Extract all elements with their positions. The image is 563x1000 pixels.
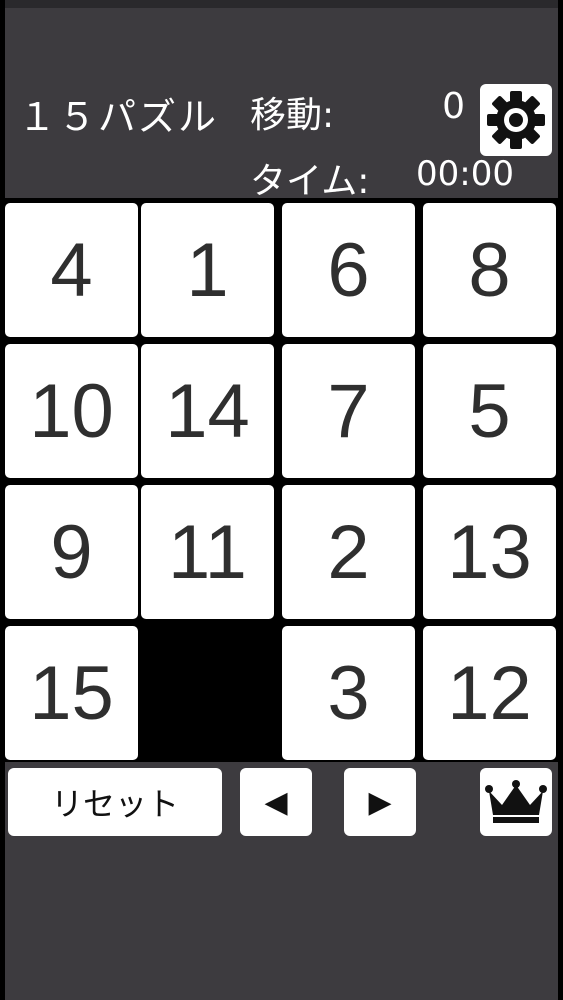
moves-label: 移動: bbox=[250, 95, 335, 136]
settings-button[interactable] bbox=[480, 84, 552, 156]
tile[interactable]: 4 bbox=[5, 203, 138, 337]
tile[interactable]: 11 bbox=[141, 485, 274, 619]
reset-button[interactable]: リセット bbox=[8, 768, 222, 836]
gear-icon bbox=[487, 91, 545, 149]
game-screen: １５パズル 移動: 0 タイム: 00:00 4 1 6 8 10 14 7 5… bbox=[0, 0, 563, 1000]
moves-counter: 0 bbox=[442, 86, 465, 127]
tile[interactable]: 1 bbox=[141, 203, 274, 337]
tile[interactable]: 15 bbox=[5, 626, 138, 760]
tile[interactable]: 14 bbox=[141, 344, 274, 478]
tile[interactable]: 9 bbox=[5, 485, 138, 619]
tile[interactable]: 6 bbox=[282, 203, 415, 337]
tile[interactable]: 3 bbox=[282, 626, 415, 760]
tile[interactable]: 10 bbox=[5, 344, 138, 478]
tile[interactable]: 7 bbox=[282, 344, 415, 478]
tile[interactable]: 13 bbox=[423, 485, 556, 619]
top-bar bbox=[5, 0, 558, 8]
puzzle-board: 4 1 6 8 10 14 7 5 9 11 2 13 15 3 12 bbox=[0, 198, 563, 762]
prev-button[interactable]: ◀ bbox=[240, 768, 312, 836]
game-title: １５パズル bbox=[18, 95, 219, 139]
tile[interactable]: 2 bbox=[282, 485, 415, 619]
time-counter: 00:00 bbox=[416, 154, 514, 194]
left-triangle-icon: ◀ bbox=[264, 784, 288, 820]
tile[interactable]: 5 bbox=[423, 344, 556, 478]
ranking-button[interactable] bbox=[480, 768, 552, 836]
right-triangle-icon: ▶ bbox=[368, 784, 392, 820]
next-button[interactable]: ▶ bbox=[344, 768, 416, 836]
time-label: タイム: bbox=[250, 161, 370, 202]
tile[interactable]: 8 bbox=[423, 203, 556, 337]
empty-slot bbox=[140, 624, 275, 762]
crown-icon bbox=[485, 780, 547, 823]
tile[interactable]: 12 bbox=[423, 626, 556, 760]
